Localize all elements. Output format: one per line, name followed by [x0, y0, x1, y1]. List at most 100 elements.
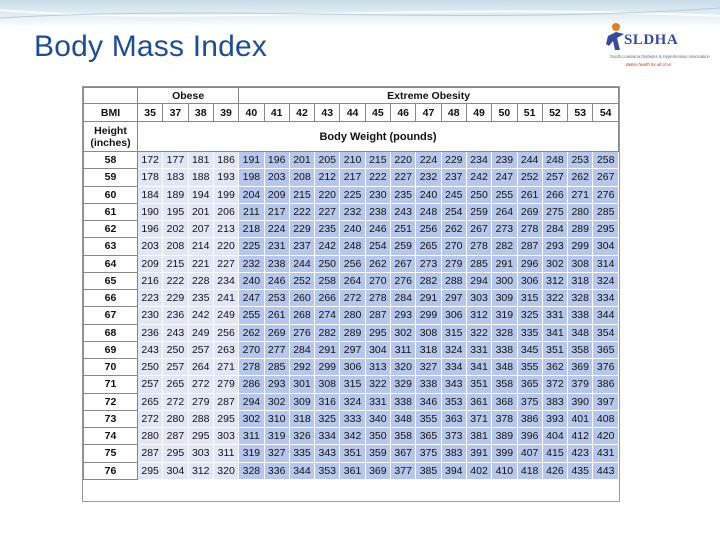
- extreme-weight-cell: 415: [541, 444, 569, 463]
- obese-weight-cell: 189: [162, 185, 189, 204]
- extreme-weight-cell: 365: [516, 375, 543, 394]
- extreme-weight-cell: 296: [516, 254, 543, 273]
- extreme-weight-cell: 282: [314, 323, 341, 342]
- extreme-weight-cell: 217: [339, 168, 366, 187]
- bmi-value: 37: [162, 103, 189, 122]
- extreme-weight-cell: 319: [238, 444, 265, 463]
- extreme-weight-cell: 338: [390, 392, 417, 411]
- extreme-weight-cell: 373: [440, 426, 467, 446]
- obese-weight-cell: 236: [136, 323, 164, 342]
- extreme-weight-cell: 215: [288, 185, 316, 204]
- table-row: 64 209 215 221 227 232 238 244 250 256 262 267 273 27…: [83, 254, 619, 273]
- extreme-weight-cell: 435: [567, 461, 594, 480]
- extreme-weight-cell: 386: [592, 375, 619, 394]
- extreme-weight-cell: 253: [567, 150, 594, 170]
- obese-weight-cell: 202: [162, 219, 189, 239]
- obese-weight-cell: 227: [212, 254, 240, 273]
- extreme-weight-cell: 237: [440, 168, 467, 187]
- extreme-weight-cell: 217: [263, 202, 290, 222]
- extreme-weight-cell: 246: [364, 219, 392, 239]
- extreme-weight-cell: 391: [465, 444, 493, 463]
- extreme-weight-cell: 355: [415, 409, 442, 429]
- extreme-weight-cell: 353: [440, 392, 467, 411]
- extreme-weight-cell: 235: [390, 185, 417, 204]
- extreme-weight-cell: 327: [415, 357, 442, 377]
- obese-weight-cell: 250: [162, 340, 189, 360]
- extreme-weight-cell: 272: [339, 288, 366, 308]
- extreme-weight-cell: 322: [541, 288, 569, 308]
- extreme-weight-cell: 229: [440, 150, 467, 170]
- bmi-value: 35: [136, 103, 164, 122]
- height-value: 68: [83, 323, 138, 342]
- extreme-weight-cell: 293: [390, 306, 417, 325]
- extreme-weight-cell: 420: [592, 426, 619, 446]
- obese-weight-cell: 207: [187, 219, 214, 239]
- extreme-weight-cell: 345: [516, 340, 543, 360]
- extreme-weight-cell: 312: [465, 306, 493, 325]
- extreme-weight-cell: 319: [491, 306, 518, 325]
- height-value: 76: [83, 461, 138, 480]
- bmi-value: 43: [314, 103, 341, 122]
- extreme-weight-cell: 351: [541, 340, 569, 360]
- obese-weight-cell: 193: [212, 168, 240, 187]
- obese-weight-cell: 222: [162, 271, 189, 291]
- organization-logo: SLDHA South Louisiana Diabetes & Hyperte…: [604, 20, 710, 72]
- extreme-weight-cell: 275: [541, 202, 569, 222]
- extreme-weight-cell: 289: [567, 219, 594, 239]
- extreme-weight-cell: 291: [491, 254, 518, 273]
- extreme-weight-cell: 334: [440, 357, 467, 377]
- extreme-weight-cell: 346: [415, 392, 442, 411]
- group-header-obese: Obese: [136, 87, 240, 104]
- obese-weight-cell: 256: [212, 323, 240, 342]
- obese-weight-cell: 288: [187, 409, 214, 429]
- extreme-weight-cell: 277: [263, 340, 290, 360]
- obese-weight-cell: 214: [187, 237, 214, 256]
- extreme-weight-cell: 295: [364, 323, 392, 342]
- extreme-weight-cell: 262: [364, 254, 392, 273]
- extreme-weight-cell: 299: [567, 237, 594, 256]
- extreme-weight-cell: 394: [440, 461, 467, 480]
- extreme-weight-cell: 344: [592, 306, 619, 325]
- extreme-weight-cell: 270: [440, 237, 467, 256]
- extreme-weight-cell: 244: [516, 150, 543, 170]
- height-label: Height (inches): [83, 121, 138, 152]
- table-row: 71 257 265 272 279 286 293 301 308 315 322 329 338 34…: [83, 375, 619, 394]
- height-value: 73: [83, 409, 138, 429]
- extreme-weight-cell: 369: [364, 461, 392, 480]
- extreme-weight-cell: 378: [491, 409, 518, 429]
- extreme-weight-cell: 284: [288, 340, 316, 360]
- height-value: 75: [83, 444, 138, 463]
- obese-weight-cell: 303: [212, 426, 240, 446]
- extreme-weight-cell: 225: [339, 185, 366, 204]
- extreme-weight-cell: 423: [567, 444, 594, 463]
- bmi-table-container: Obese Extreme Obesity BMI 35 37 38 39 40 41 42…: [82, 86, 620, 502]
- extreme-weight-cell: 209: [263, 185, 290, 204]
- extreme-weight-cell: 306: [339, 357, 366, 377]
- extreme-weight-cell: 303: [465, 288, 493, 308]
- extreme-weight-cell: 258: [314, 271, 341, 291]
- obese-weight-cell: 304: [162, 461, 189, 480]
- bmi-value: 38: [187, 103, 214, 122]
- extreme-weight-cell: 257: [541, 168, 569, 187]
- extreme-weight-cell: 371: [465, 409, 493, 429]
- extreme-weight-cell: 342: [339, 426, 366, 446]
- extreme-weight-cell: 278: [238, 357, 265, 377]
- extreme-weight-cell: 324: [440, 340, 467, 360]
- obese-weight-cell: 280: [162, 409, 189, 429]
- extreme-weight-cell: 320: [390, 357, 417, 377]
- height-value: 71: [83, 375, 138, 394]
- extreme-weight-cell: 255: [238, 306, 265, 325]
- extreme-weight-cell: 248: [541, 150, 569, 170]
- bmi-value: 52: [541, 103, 569, 122]
- extreme-weight-cell: 260: [288, 288, 316, 308]
- obese-weight-cell: 183: [162, 168, 189, 187]
- extreme-weight-cell: 310: [263, 409, 290, 429]
- obese-weight-cell: 287: [162, 426, 189, 446]
- obese-weight-cell: 271: [212, 357, 240, 377]
- obese-weight-cell: 257: [187, 340, 214, 360]
- extreme-weight-cell: 284: [541, 219, 569, 239]
- extreme-weight-cell: 267: [390, 254, 417, 273]
- extreme-weight-cell: 227: [390, 168, 417, 187]
- obese-weight-cell: 220: [212, 237, 240, 256]
- table-row: 66 223 229 235 241 247 253 260 266 272 278 284 291 29…: [83, 288, 619, 308]
